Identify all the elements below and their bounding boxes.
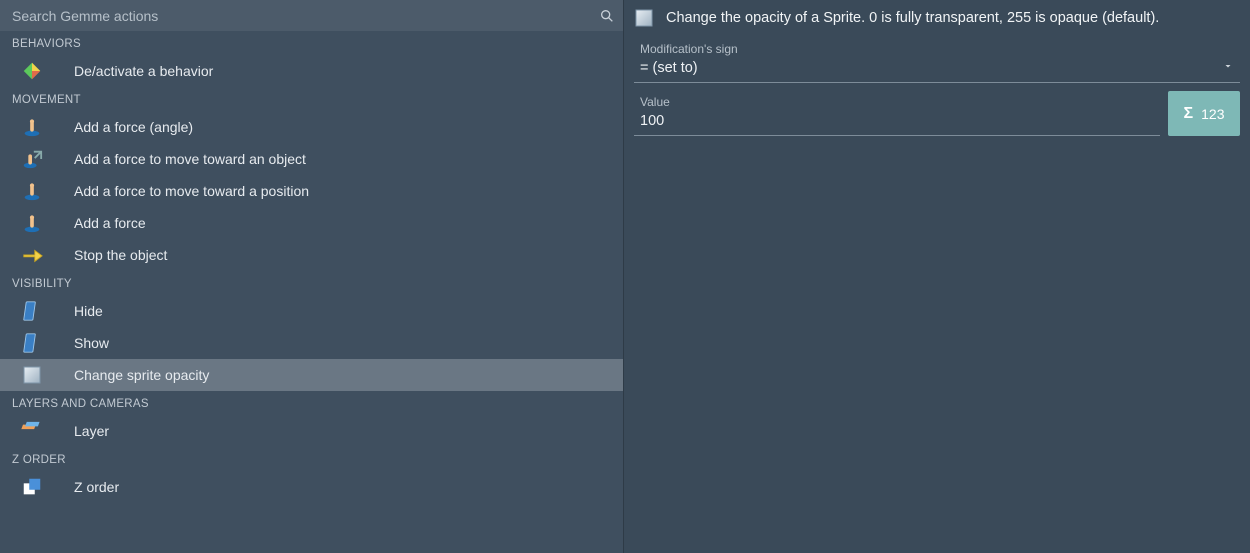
action-item-label: Z order (74, 479, 119, 495)
action-item[interactable]: Add a force to move toward an object (0, 143, 623, 175)
category-header: Z ORDER (0, 447, 623, 471)
action-description: Change the opacity of a Sprite. 0 is ful… (666, 10, 1159, 26)
action-item[interactable]: De/activate a behavior (0, 55, 623, 87)
panel-blue-icon (20, 299, 44, 323)
category-header: LAYERS AND CAMERAS (0, 391, 623, 415)
search-input[interactable] (12, 8, 599, 24)
action-description-row: Change the opacity of a Sprite. 0 is ful… (624, 0, 1250, 38)
action-item-label: Change sprite opacity (74, 367, 209, 383)
action-item[interactable]: Z order (0, 471, 623, 503)
actions-panel: BEHAVIORS De/activate a behavior MOVEMENT A… (0, 0, 624, 553)
modification-sign-value: = (set to) (640, 58, 1236, 78)
action-item[interactable]: Hide (0, 295, 623, 327)
action-item[interactable]: Add a force (angle) (0, 111, 623, 143)
search-bar[interactable] (0, 0, 623, 31)
action-item-label: De/activate a behavior (74, 63, 213, 79)
action-item[interactable]: Show (0, 327, 623, 359)
chevron-down-icon (1222, 60, 1234, 72)
finger-arrow-diag-icon (20, 147, 44, 171)
layers-icon (20, 419, 44, 443)
action-item-label: Stop the object (74, 247, 167, 263)
action-item[interactable]: Add a force (0, 207, 623, 239)
finger-force-icon (20, 211, 44, 235)
actions-tree[interactable]: BEHAVIORS De/activate a behavior MOVEMENT A… (0, 31, 623, 553)
action-item-label: Add a force to move toward a position (74, 183, 309, 199)
sigma-icon: Σ (1184, 105, 1194, 123)
action-detail-panel: Change the opacity of a Sprite. 0 is ful… (624, 0, 1250, 553)
action-item[interactable]: Stop the object (0, 239, 623, 271)
action-item[interactable]: Change sprite opacity (0, 359, 623, 391)
modification-sign-select[interactable]: Modification's sign = (set to) (634, 38, 1240, 83)
action-item[interactable]: Layer (0, 415, 623, 447)
opacity-square-icon (634, 8, 654, 28)
zorder-icon (20, 475, 44, 499)
action-item-label: Add a force to move toward an object (74, 151, 306, 167)
value-label: Value (640, 95, 1156, 109)
finger-force-icon (20, 115, 44, 139)
finger-force-icon (20, 179, 44, 203)
action-item-label: Add a force (angle) (74, 119, 193, 135)
category-header: VISIBILITY (0, 271, 623, 295)
action-item-label: Add a force (74, 215, 146, 231)
behavior-diamond-icon (20, 59, 44, 83)
panel-blue-icon (20, 331, 44, 355)
search-icon (599, 8, 615, 24)
expression-button-label: 123 (1201, 106, 1224, 122)
category-header: BEHAVIORS (0, 31, 623, 55)
action-item-label: Layer (74, 423, 109, 439)
action-item-label: Hide (74, 303, 103, 319)
value-input[interactable]: Value 100 (634, 91, 1160, 136)
value-row: Value 100 Σ 123 (634, 91, 1240, 136)
modification-sign-label: Modification's sign (640, 42, 1236, 56)
stop-arrow-icon (20, 243, 44, 267)
app-root: BEHAVIORS De/activate a behavior MOVEMENT A… (0, 0, 1250, 553)
action-item[interactable]: Add a force to move toward a position (0, 175, 623, 207)
action-item-label: Show (74, 335, 109, 351)
value-value: 100 (640, 111, 1156, 131)
expression-button[interactable]: Σ 123 (1168, 91, 1240, 136)
opacity-square-icon (20, 363, 44, 387)
category-header: MOVEMENT (0, 87, 623, 111)
